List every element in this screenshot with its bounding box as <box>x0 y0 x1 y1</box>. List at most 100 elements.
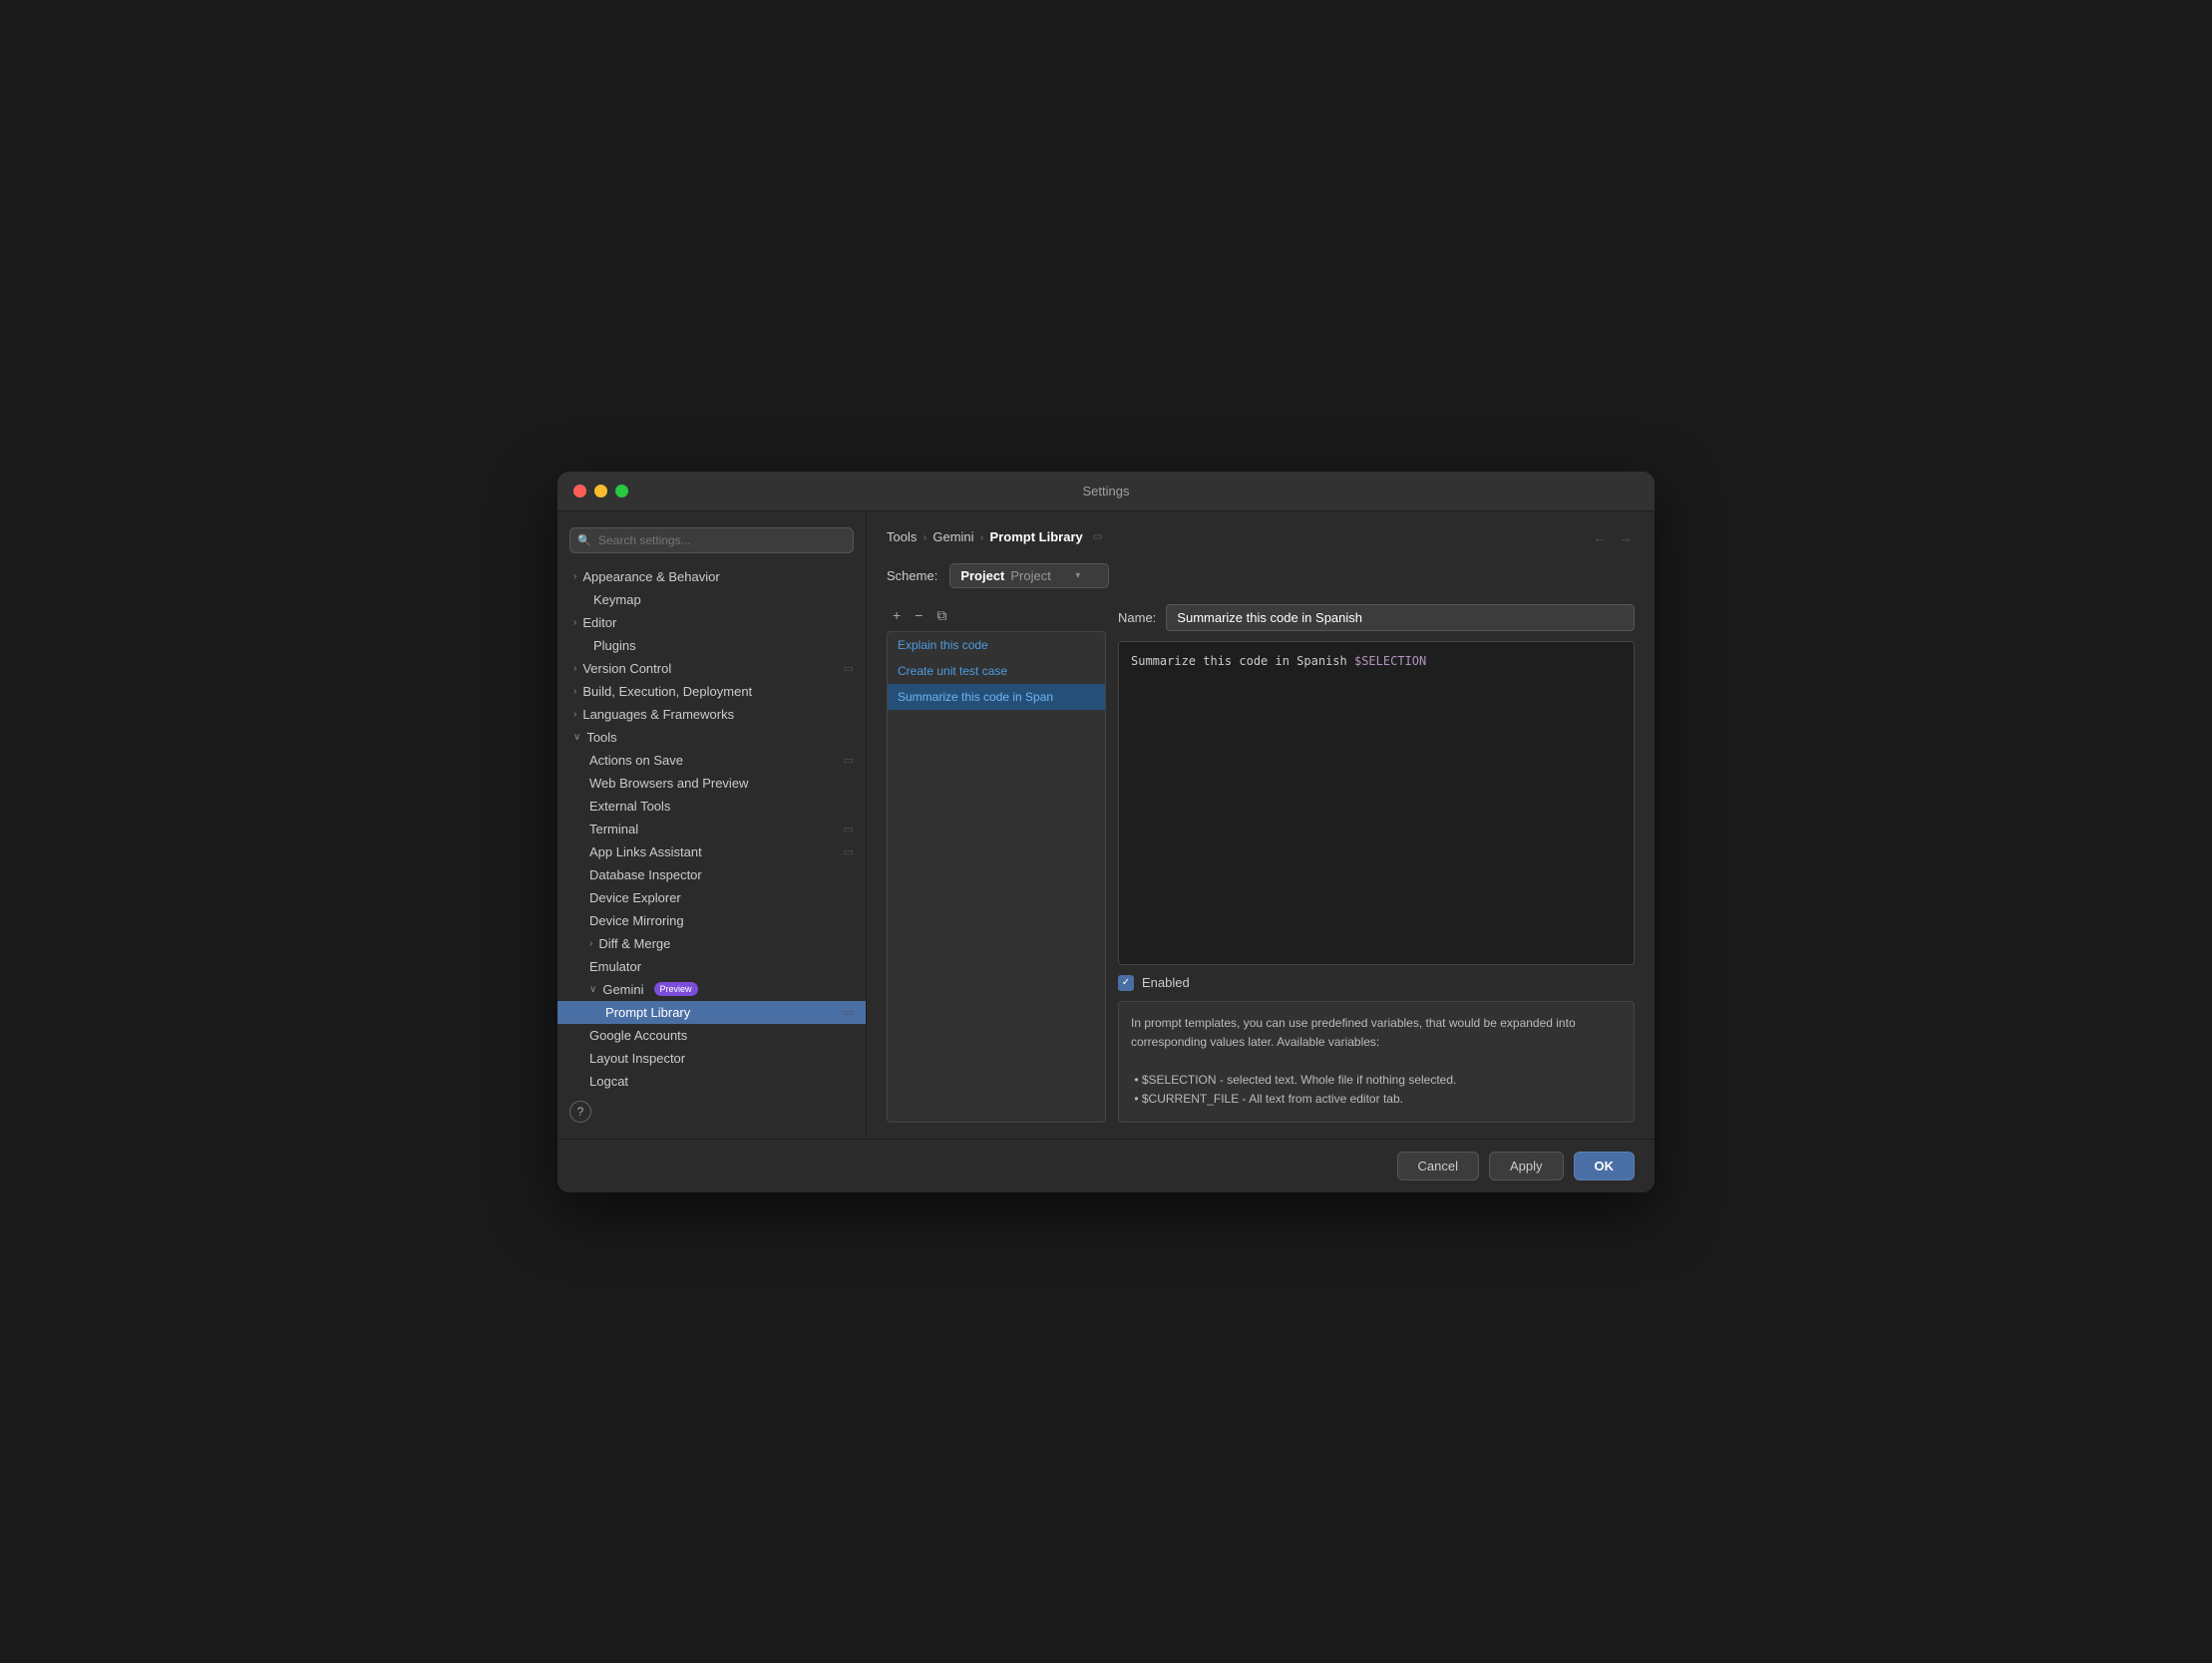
chevron-down-icon: ∨ <box>573 732 580 743</box>
prompt-list: Explain this code Create unit test case … <box>887 631 1106 1123</box>
name-label: Name: <box>1118 610 1156 625</box>
sidebar-item-diff-merge[interactable]: › Diff & Merge <box>557 932 866 955</box>
name-input[interactable] <box>1166 604 1635 631</box>
sidebar-item-label: Terminal <box>589 822 638 836</box>
modify-icon: ▭ <box>844 823 854 835</box>
cancel-button[interactable]: Cancel <box>1397 1152 1479 1180</box>
remove-prompt-button[interactable]: − <box>909 604 928 626</box>
scheme-label: Scheme: <box>887 568 937 583</box>
sidebar-item-logcat[interactable]: Logcat <box>557 1070 866 1093</box>
name-row: Name: <box>1118 604 1635 631</box>
sidebar-item-editor[interactable]: › Editor <box>557 611 866 634</box>
sidebar-item-terminal[interactable]: Terminal ▭ <box>557 818 866 840</box>
selection-variable: $SELECTION <box>1354 654 1426 668</box>
minimize-button[interactable] <box>594 485 607 498</box>
sidebar-item-label: App Links Assistant <box>589 844 702 859</box>
sidebar: 🔍 › Appearance & Behavior Keymap › Edito… <box>557 511 867 1139</box>
chevron-down-icon: ∨ <box>589 984 596 995</box>
forward-arrow-icon[interactable]: → <box>1617 527 1635 547</box>
sidebar-item-build[interactable]: › Build, Execution, Deployment <box>557 680 866 703</box>
titlebar: Settings <box>557 472 1655 511</box>
close-button[interactable] <box>573 485 586 498</box>
scheme-dropdown[interactable]: Project Project ▾ <box>949 563 1109 588</box>
sidebar-item-device-mirroring[interactable]: Device Mirroring <box>557 909 866 932</box>
info-box: In prompt templates, you can use predefi… <box>1118 1001 1635 1123</box>
breadcrumb-sep-1: › <box>922 530 926 544</box>
sidebar-item-layout-inspector[interactable]: Layout Inspector <box>557 1047 866 1070</box>
help-button[interactable]: ? <box>569 1101 591 1123</box>
sidebar-item-label: Diff & Merge <box>598 936 670 951</box>
enabled-label: Enabled <box>1142 975 1190 990</box>
chevron-right-icon: › <box>573 709 576 720</box>
enabled-checkbox[interactable]: ✓ <box>1118 975 1134 991</box>
sidebar-item-web-browsers[interactable]: Web Browsers and Preview <box>557 772 866 795</box>
sidebar-item-label: Emulator <box>589 959 641 974</box>
apply-button[interactable]: Apply <box>1489 1152 1564 1180</box>
nav-arrows: ← → <box>1591 527 1635 547</box>
sidebar-item-appearance[interactable]: › Appearance & Behavior <box>557 565 866 588</box>
right-panel: Name: Summarize this code in Spanish $SE… <box>1118 604 1635 1123</box>
sidebar-item-app-links[interactable]: App Links Assistant ▭ <box>557 840 866 863</box>
sidebar-item-gemini[interactable]: ∨ Gemini Preview <box>557 978 866 1001</box>
breadcrumb-tools[interactable]: Tools <box>887 529 917 544</box>
sidebar-item-label: Build, Execution, Deployment <box>582 684 752 699</box>
prompt-item-explain[interactable]: Explain this code <box>888 632 1105 658</box>
modify-icon: ▭ <box>844 754 854 767</box>
settings-window: Settings 🔍 › Appearance & Behavior Keyma… <box>557 472 1655 1192</box>
sidebar-item-label: Logcat <box>589 1074 628 1089</box>
sidebar-item-prompt-library[interactable]: Prompt Library ▭ <box>557 1001 866 1024</box>
chevron-right-icon: › <box>573 617 576 628</box>
scheme-value-bold: Project <box>960 568 1004 583</box>
back-arrow-icon[interactable]: ← <box>1591 527 1609 547</box>
breadcrumb-prompt-library: Prompt Library <box>990 529 1083 544</box>
breadcrumb-gemini[interactable]: Gemini <box>932 529 973 544</box>
ok-button[interactable]: OK <box>1574 1152 1636 1180</box>
sidebar-item-plugins[interactable]: Plugins <box>557 634 866 657</box>
sidebar-item-actions-on-save[interactable]: Actions on Save ▭ <box>557 749 866 772</box>
panels-row: + − ⧉ Explain this code Create unit test… <box>887 604 1635 1123</box>
sidebar-item-external-tools[interactable]: External Tools <box>557 795 866 818</box>
sidebar-item-label: Keymap <box>593 592 641 607</box>
sidebar-item-label: Layout Inspector <box>589 1051 685 1066</box>
prompt-editor[interactable]: Summarize this code in Spanish $SELECTIO… <box>1118 641 1635 965</box>
sidebar-item-label: Languages & Frameworks <box>582 707 734 722</box>
chevron-right-icon: › <box>589 938 592 949</box>
sidebar-item-version-control[interactable]: › Version Control ▭ <box>557 657 866 680</box>
modify-icon: ▭ <box>844 1006 854 1019</box>
search-icon: 🔍 <box>577 533 591 546</box>
maximize-button[interactable] <box>615 485 628 498</box>
main-content: 🔍 › Appearance & Behavior Keymap › Edito… <box>557 511 1655 1139</box>
sidebar-item-tools[interactable]: ∨ Tools <box>557 726 866 749</box>
sidebar-item-label: External Tools <box>589 799 670 814</box>
copy-prompt-button[interactable]: ⧉ <box>930 604 952 627</box>
sidebar-item-label: Database Inspector <box>589 867 702 882</box>
traffic-lights <box>573 485 628 498</box>
sidebar-item-device-explorer[interactable]: Device Explorer <box>557 886 866 909</box>
search-input[interactable] <box>569 527 854 553</box>
footer: Cancel Apply OK <box>557 1139 1655 1192</box>
modify-icon: ▭ <box>844 662 854 675</box>
sidebar-item-label: Google Accounts <box>589 1028 687 1043</box>
sidebar-item-label: Tools <box>586 730 616 745</box>
sidebar-item-database-inspector[interactable]: Database Inspector <box>557 863 866 886</box>
sidebar-item-label: Version Control <box>582 661 671 676</box>
sidebar-item-label: Device Explorer <box>589 890 681 905</box>
prompt-item-unit-test[interactable]: Create unit test case <box>888 658 1105 684</box>
sidebar-item-label: Actions on Save <box>589 753 683 768</box>
chevron-down-icon: ▾ <box>1075 570 1080 581</box>
sidebar-bottom: ? <box>557 1093 866 1131</box>
chevron-right-icon: › <box>573 571 576 582</box>
sidebar-item-emulator[interactable]: Emulator <box>557 955 866 978</box>
panel-toolbar: + − ⧉ <box>887 604 1106 627</box>
sidebar-item-google-accounts[interactable]: Google Accounts <box>557 1024 866 1047</box>
add-prompt-button[interactable]: + <box>887 604 907 626</box>
window-title: Settings <box>1083 484 1130 499</box>
left-panel: + − ⧉ Explain this code Create unit test… <box>887 604 1106 1123</box>
sidebar-item-languages[interactable]: › Languages & Frameworks <box>557 703 866 726</box>
prompt-item-summarize[interactable]: Summarize this code in Span <box>888 684 1105 710</box>
bookmark-icon: ▭ <box>1093 531 1102 542</box>
chevron-right-icon: › <box>573 663 576 674</box>
enabled-row: ✓ Enabled <box>1118 975 1635 991</box>
sidebar-item-keymap[interactable]: Keymap <box>557 588 866 611</box>
chevron-right-icon: › <box>573 686 576 697</box>
